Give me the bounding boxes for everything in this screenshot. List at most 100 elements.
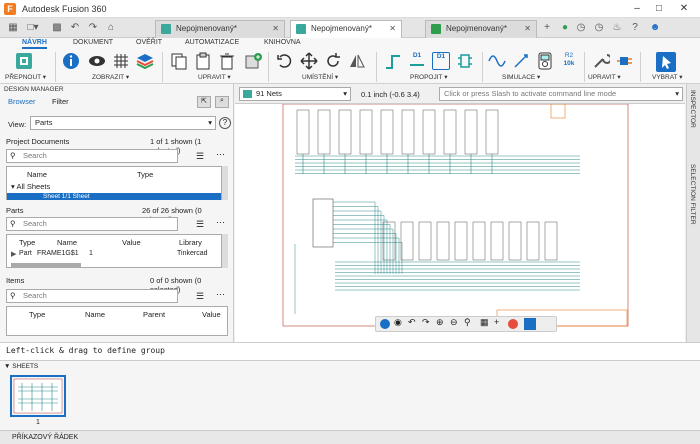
meter-icon[interactable] <box>536 52 554 70</box>
zoom-out-icon[interactable]: ⊖ <box>450 317 458 328</box>
sim-value-icon[interactable]: R2 10k <box>560 52 578 70</box>
grid-icon[interactable]: ▦ <box>480 317 489 328</box>
schematic-canvas[interactable]: ◉ ↶ ↷ ⊕ ⊖ ⚲ ▦ + <box>235 104 685 342</box>
file-menu-icon[interactable]: □▾ <box>26 21 40 35</box>
zoom-fit-icon[interactable]: ⚲ <box>464 317 471 328</box>
clock-icon[interactable]: ◷ <box>592 21 606 35</box>
more-icon[interactable]: ⋯ <box>216 149 225 160</box>
copy-icon[interactable] <box>170 52 188 70</box>
minimize-button[interactable]: – <box>628 2 646 16</box>
switch-design-icon[interactable] <box>14 51 34 71</box>
list-options-icon[interactable]: ☰ <box>196 291 204 302</box>
horizontal-scrollbar[interactable] <box>11 263 81 267</box>
mirror-icon[interactable] <box>348 52 366 70</box>
stop-icon[interactable] <box>508 319 518 329</box>
command-bar[interactable]: PŘÍKAZOVÝ ŘÁDEK <box>0 430 700 444</box>
sheet-thumbnail[interactable] <box>10 375 66 417</box>
info-icon[interactable] <box>62 52 80 70</box>
grid-icon[interactable] <box>112 52 130 70</box>
close-tab-icon[interactable]: ✕ <box>389 21 396 37</box>
ribbon-tab-automatizace[interactable]: AUTOMATIZACE <box>185 39 239 46</box>
ribbon-tab-navrh[interactable]: NÁVRH <box>22 39 47 49</box>
app-grid-icon[interactable]: ▦ <box>6 21 20 35</box>
view-select[interactable]: Parts ▾ <box>30 116 216 130</box>
rotate-icon[interactable] <box>276 52 294 70</box>
eye-icon[interactable]: ◉ <box>394 317 402 328</box>
doc-tab-3[interactable]: Nepojmenovaný* ✕ <box>425 20 537 38</box>
inspector-tab[interactable]: INSPECTOR <box>689 90 696 128</box>
close-tab-icon[interactable]: ✕ <box>524 21 531 37</box>
close-window-button[interactable]: ✕ <box>675 2 693 16</box>
tab-browser[interactable]: Browser <box>8 97 36 106</box>
rotate-part-icon[interactable] <box>324 52 342 70</box>
chevron-down-icon: ▾ <box>343 89 347 98</box>
zoom-in-icon[interactable]: ⊕ <box>436 317 444 328</box>
undo-icon[interactable]: ↶ <box>408 317 416 328</box>
select-icon[interactable] <box>656 52 676 72</box>
items-search[interactable]: ⚲ Search <box>6 289 178 303</box>
waveform-icon[interactable] <box>488 52 506 70</box>
wrench-icon[interactable] <box>592 52 612 70</box>
column-library: Library <box>179 238 202 247</box>
new-tab-icon[interactable]: + <box>540 21 554 35</box>
group-label-vybrat: VYBRAT ▾ <box>652 74 683 81</box>
close-tab-icon[interactable]: ✕ <box>272 21 279 37</box>
save-icon[interactable]: ▩ <box>50 21 64 35</box>
more-icon[interactable]: ⋯ <box>216 289 225 300</box>
status-line: Left-click & drag to define group <box>0 342 700 360</box>
group-label-upravit-2: UPRAVIT ▾ <box>588 74 621 81</box>
sim-value-top: R2 <box>564 52 574 59</box>
redo-icon[interactable]: ↷ <box>86 21 100 35</box>
bell-icon[interactable]: ♨ <box>610 21 624 35</box>
more-icon[interactable]: ⋯ <box>216 217 225 228</box>
layers-icon[interactable] <box>136 52 154 70</box>
home-icon[interactable]: ⌂ <box>104 21 118 35</box>
redo-icon[interactable]: ↷ <box>422 317 430 328</box>
name-label-icon[interactable]: D1 <box>408 52 426 70</box>
help-icon[interactable]: ? <box>628 21 642 35</box>
tab-filter[interactable]: Filter <box>52 97 69 106</box>
doc-tab-1[interactable]: Nepojmenovaný* ✕ <box>155 20 285 38</box>
ribbon-tab-overit[interactable]: OVĚŘIT <box>136 39 162 46</box>
parts-search[interactable]: ⚲ Search <box>6 217 178 231</box>
add-icon[interactable]: + <box>494 317 499 327</box>
nets-select[interactable]: 91 Nets ▾ <box>239 87 351 101</box>
help-icon[interactable]: ? <box>219 117 231 129</box>
pin-icon[interactable]: ⇱ <box>197 96 211 108</box>
value-label-icon[interactable]: D1 <box>432 52 450 70</box>
doc-tab-2[interactable]: Nepojmenovaný* ✕ <box>290 20 402 38</box>
selection-filter-tab[interactable]: SELECTION FILTER <box>689 164 696 225</box>
scrollbar[interactable] <box>222 234 228 268</box>
net-icon[interactable] <box>384 52 402 70</box>
bus-icon[interactable] <box>456 52 474 70</box>
orbit-icon[interactable] <box>380 319 390 329</box>
list-options-icon[interactable]: ☰ <box>196 219 204 230</box>
account-avatar[interactable]: ☻ <box>648 21 662 35</box>
column-name: Name <box>85 310 106 319</box>
add-part-icon[interactable] <box>244 52 262 70</box>
extensions-icon[interactable]: ● <box>558 21 572 35</box>
notifications-icon[interactable]: ◷ <box>574 21 588 35</box>
schematic-drawing[interactable] <box>235 104 685 342</box>
command-line-input[interactable]: Click or press Slash to activate command… <box>439 87 683 101</box>
plug-icon[interactable] <box>616 52 634 70</box>
paste-icon[interactable] <box>194 52 212 70</box>
search-icon: ⚲ <box>10 291 16 300</box>
probe-icon[interactable] <box>512 52 530 70</box>
move-icon[interactable] <box>300 52 318 70</box>
delete-icon[interactable] <box>218 52 236 70</box>
select-icon[interactable] <box>524 318 536 330</box>
search-icon: ⚲ <box>10 151 16 160</box>
table-row[interactable]: ▶ Part FRAME1G$1 1 Tinkercad <box>7 250 221 260</box>
list-options-icon[interactable]: ☰ <box>196 151 204 162</box>
tree-item-all-sheets[interactable]: ▾ All Sheets <box>11 182 50 191</box>
tree-item-sheet-1[interactable]: Sheet 1/1 Sheet <box>7 193 221 200</box>
project-documents-search[interactable]: ⚲ Search <box>6 149 178 163</box>
maximize-button[interactable]: □ <box>650 2 668 16</box>
undo-icon[interactable]: ↶ <box>68 21 82 35</box>
scrollbar[interactable] <box>222 166 228 200</box>
ribbon-tab-dokument[interactable]: DOKUMENT <box>73 39 113 46</box>
ribbon-tab-knihovna[interactable]: KNIHOVNA <box>264 39 301 46</box>
zoom-icon[interactable]: ⌕ <box>215 96 229 108</box>
eye-icon[interactable] <box>88 52 106 70</box>
